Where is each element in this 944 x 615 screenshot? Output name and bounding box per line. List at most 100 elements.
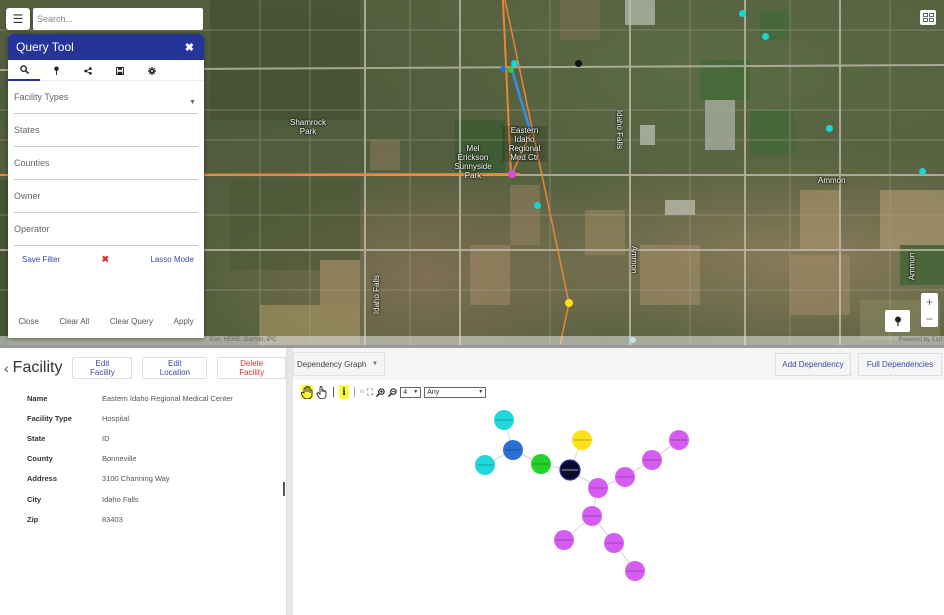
view-select[interactable]: Dependency Graph ▼ (293, 352, 385, 376)
tab-settings[interactable] (136, 60, 168, 81)
attribution-text: Esri, HERE, Garmin, iPC (210, 337, 277, 343)
map-marker[interactable] (739, 10, 746, 17)
depth-select[interactable]: 4 ▼ (400, 386, 422, 398)
map-marker[interactable] (762, 33, 769, 40)
map-marker[interactable] (534, 202, 541, 209)
clear-filter-icon[interactable]: ✖ (102, 254, 110, 265)
detail-value: 83403 (102, 514, 123, 524)
lasso-mode-link[interactable]: Lasso Mode (150, 255, 194, 264)
select-pointer-icon[interactable] (316, 385, 328, 399)
facility-panel: ‹ Facility Edit Facility Edit Location D… (0, 348, 287, 615)
map-marker[interactable] (511, 60, 518, 67)
detail-value: Bonneville (102, 454, 137, 464)
close-button[interactable]: Close (18, 317, 38, 326)
dependency-header: Dependency Graph ▼ Add Dependency Full D… (293, 348, 944, 378)
fit-screen-icon[interactable]: ⛶ (367, 385, 373, 399)
caret-down-icon: ▼ (478, 389, 484, 395)
pin-icon (53, 66, 59, 75)
map-label-ammon: Ammon (629, 245, 639, 274)
map-marker[interactable] (565, 299, 573, 307)
map-label-hospital[interactable]: Eastern Idaho Regional Med Ctr (502, 126, 547, 162)
search-icon (19, 65, 29, 74)
detail-key: Address (27, 474, 58, 484)
save-icon (116, 66, 124, 75)
save-filter-link[interactable]: Save Filter (22, 255, 60, 264)
layout-icon[interactable]: ılı (360, 389, 364, 395)
dependency-graph-canvas[interactable]: i ılı ⛶ 4 ▼ Any ▼ (293, 380, 944, 615)
zoom-out-icon[interactable] (388, 385, 397, 399)
zoom-in-button[interactable]: + (921, 293, 938, 310)
type-filter-value: Any (427, 388, 440, 396)
zoom-out-button[interactable]: − (921, 310, 938, 327)
resize-handle[interactable] (283, 482, 285, 496)
toolbar-divider (333, 387, 334, 397)
basemap-gallery-button[interactable] (920, 10, 936, 25)
clear-all-button[interactable]: Clear All (59, 317, 89, 326)
map-label-mel-erickson-park: Mel Erickson Sunnyside Park (454, 144, 492, 180)
map-marker[interactable] (919, 168, 926, 175)
tab-search[interactable] (8, 60, 40, 81)
menu-button[interactable]: ☰ (6, 8, 30, 30)
map-marker[interactable] (508, 170, 516, 178)
counties-field[interactable]: Counties (14, 147, 198, 180)
owner-field[interactable]: Owner (14, 180, 198, 213)
zoom-control: + − (921, 293, 938, 327)
detail-row: State ID (27, 428, 286, 448)
powered-by-esri[interactable]: Powered by Esri (898, 336, 942, 345)
pan-hand-icon[interactable] (301, 385, 313, 399)
clear-query-button[interactable]: Clear Query (110, 317, 153, 326)
full-dependencies-button[interactable]: Full Dependencies (858, 353, 942, 376)
facility-types-select[interactable]: Facility Types ▼ (14, 81, 198, 114)
graph-toolbar: i ılı ⛶ 4 ▼ Any ▼ (301, 384, 487, 400)
map-label-shamrock-park: Shamrock Park (289, 118, 326, 136)
apply-button[interactable]: Apply (174, 317, 194, 326)
map-marker[interactable] (575, 60, 582, 67)
operator-field[interactable]: Operator (14, 213, 198, 246)
detail-row: County Bonneville (27, 449, 286, 469)
detail-key: Zip (27, 514, 39, 524)
detail-value: Hospital (102, 413, 130, 423)
caret-down-icon: ▼ (413, 389, 419, 395)
query-tool-tabs (8, 60, 204, 81)
edit-location-button[interactable]: Edit Location (142, 357, 208, 379)
owner-label: Owner (14, 191, 41, 201)
grid-icon (922, 13, 928, 17)
tab-share[interactable] (72, 60, 104, 81)
query-tool-footer: Close Clear All Clear Query Apply (8, 317, 204, 326)
info-icon[interactable]: i (339, 385, 349, 399)
map-label-idaho-falls: Idaho Falls (372, 274, 382, 315)
edit-facility-button[interactable]: Edit Facility (72, 357, 133, 379)
states-field[interactable]: States (14, 114, 198, 147)
detail-row: Facility Type Hospital (27, 408, 286, 428)
back-chevron-icon[interactable]: ‹ (4, 360, 9, 376)
delete-facility-button[interactable]: Delete Facility (217, 357, 286, 379)
detail-row: Zip 83403 (27, 509, 286, 529)
map-view[interactable]: Shamrock Park Mel Erickson Sunnyside Par… (0, 0, 944, 345)
counties-label: Counties (14, 158, 50, 168)
zoom-in-icon[interactable] (376, 385, 385, 399)
grid-icon (922, 18, 928, 22)
caret-down-icon: ▼ (189, 99, 196, 106)
map-marker[interactable] (826, 125, 833, 132)
detail-value: Idaho Falls (102, 494, 139, 504)
add-dependency-button[interactable]: Add Dependency (775, 353, 851, 376)
operator-label: Operator (14, 224, 50, 234)
gear-icon (148, 66, 156, 75)
query-tool-header: Query Tool ✖ (8, 34, 204, 60)
facility-details: Name Eastern Idaho Regional Medical Cente… (0, 388, 286, 529)
view-select-value: Dependency Graph (297, 359, 367, 369)
type-filter-select[interactable]: Any ▼ (424, 386, 487, 398)
dependency-graph[interactable] (293, 380, 944, 615)
map-marker[interactable] (500, 66, 506, 72)
tab-save[interactable] (104, 60, 136, 81)
map-search-input[interactable] (33, 8, 203, 30)
locate-button[interactable] (885, 310, 910, 332)
map-marker[interactable] (508, 67, 514, 73)
detail-key: State (27, 433, 46, 443)
detail-value: ID (102, 433, 110, 443)
close-icon[interactable]: ✖ (185, 41, 194, 54)
facility-title: Facility (12, 359, 63, 376)
facility-types-label: Facility Types (14, 92, 69, 102)
tab-location[interactable] (40, 60, 72, 81)
states-label: States (14, 125, 40, 135)
